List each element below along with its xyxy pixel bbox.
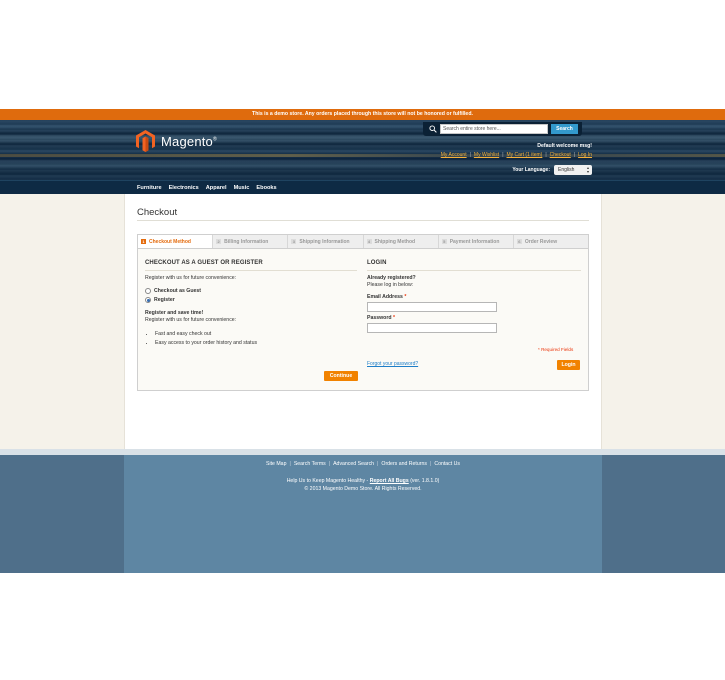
account-links: My Account | My Wishlist | My Cart (1 item) |… [440, 152, 592, 158]
required-star: * [392, 315, 395, 321]
step-label: Order Review [524, 238, 558, 245]
nav-item-electronics[interactable]: Electronics [169, 185, 199, 191]
checkout-as-guest-option[interactable]: Checkout as Guest [145, 288, 357, 294]
checkout-steps: 1 Checkout Method 2 Billing Information 3S… [137, 234, 589, 249]
my-account-link[interactable]: My Account [441, 152, 467, 158]
search-box: Search entire store here... Search [423, 122, 582, 136]
email-field[interactable] [367, 302, 497, 312]
guest-register-section: CHECKOUT AS A GUEST OR REGISTER Register… [145, 260, 357, 348]
required-star: * [404, 294, 407, 300]
save-time-title: Register and save time! [145, 310, 204, 316]
nav-item-music[interactable]: Music [234, 185, 250, 191]
search-icon [429, 125, 437, 133]
login-button[interactable]: Login [557, 360, 580, 370]
footer-link-advanced-search[interactable]: Advanced Search [333, 461, 374, 467]
checkout-as-guest-label: Checkout as Guest [154, 288, 201, 294]
footer-help-prefix: Help Us to Keep Magento Healthy - [286, 478, 370, 484]
logo-text: Magento [161, 133, 213, 149]
select-arrows-icon: ▴ ▾ [586, 165, 589, 174]
step-billing-information[interactable]: 2 Billing Information [213, 235, 289, 248]
welcome-message: Default welcome msg! [537, 143, 592, 149]
language-value: English [558, 167, 575, 173]
required-fields-note: * Required Fields [538, 347, 574, 352]
step-number: 2 [216, 239, 222, 244]
forgot-password-link[interactable]: Forgot your password? [367, 361, 418, 367]
step-number: 3 [291, 239, 297, 244]
language-label: Your Language: [512, 167, 550, 173]
search-input[interactable]: Search entire store here... [440, 124, 548, 134]
language-switcher: Your Language: English ▴ ▾ [512, 165, 592, 175]
checkout-as-guest-radio[interactable] [145, 288, 151, 294]
nav-item-furniture[interactable]: Furniture [137, 185, 162, 191]
magento-logo-icon [136, 130, 155, 152]
title-divider [137, 220, 589, 221]
step-payment-information[interactable]: 5 Payment Information [439, 235, 514, 248]
footer-link-search-terms[interactable]: Search Terms [294, 461, 326, 467]
already-registered-text: Already registered? [367, 275, 416, 281]
log-in-link[interactable]: Log In [578, 152, 592, 158]
checkout-link[interactable]: Checkout [550, 152, 571, 158]
footer-link-contact-us[interactable]: Contact Us [434, 461, 460, 467]
step-shipping-method[interactable]: 4 Shipping Method [364, 235, 439, 248]
benefits-list: Fast and easy check out Easy access to y… [145, 330, 357, 348]
footer-links: Site Map | Search Terms | Advanced Search | Or… [265, 461, 460, 467]
my-wishlist-link[interactable]: My Wishlist [474, 152, 499, 158]
guest-intro-text: Register with us for future convenience: [145, 275, 237, 281]
footer-link-site-map[interactable]: Site Map [266, 461, 286, 467]
step-label: Shipping Method [374, 238, 416, 245]
register-radio[interactable] [145, 297, 151, 303]
footer-link-orders-and-returns[interactable]: Orders and Returns [381, 461, 427, 467]
password-field[interactable] [367, 323, 497, 333]
main-nav: Furniture Electronics Apparel Music Eboo… [0, 180, 725, 194]
page-title: Checkout [137, 207, 178, 218]
step-label: Shipping Information [299, 238, 350, 245]
step-number: 5 [441, 239, 447, 244]
login-section-title: LOGIN [367, 260, 387, 266]
step-order-review[interactable]: 6 Order Review [514, 235, 588, 248]
guest-section-title: CHECKOUT AS A GUEST OR REGISTER [145, 260, 263, 266]
search-button[interactable]: Search [551, 124, 578, 134]
benefit-item: Fast and easy check out [155, 330, 357, 339]
register-label: Register [154, 297, 175, 303]
header [0, 120, 725, 180]
benefit-item: Easy access to your order history and st… [155, 339, 357, 348]
my-cart-link[interactable]: My Cart (1 item) [507, 152, 543, 158]
report-bugs-link[interactable]: Report All Bugs [370, 478, 409, 484]
store-logo[interactable]: Magento® [136, 130, 217, 152]
footer-help: Help Us to Keep Magento Healthy - Report… [124, 477, 602, 493]
section-divider [145, 270, 357, 271]
footer-version: (ver. 1.8.1.0) [408, 478, 440, 484]
nav-item-ebooks[interactable]: Ebooks [256, 185, 276, 191]
footer-center [124, 455, 602, 573]
demo-notice-bar: This is a demo store. Any orders placed … [0, 109, 725, 120]
section-divider [367, 270, 581, 271]
copyright: © 2013 Magento Demo Store. All Rights Re… [304, 486, 422, 492]
step-checkout-method[interactable]: 1 Checkout Method [138, 235, 214, 248]
please-log-in-text: Please log in below: [367, 282, 414, 288]
save-time-text: Register with us for future convenience: [145, 317, 237, 323]
step-label: Billing Information [224, 238, 269, 245]
step-shipping-information[interactable]: 3 Shipping Information [288, 235, 364, 248]
step-label: Checkout Method [149, 238, 191, 245]
nav-item-apparel[interactable]: Apparel [206, 185, 227, 191]
language-select[interactable]: English ▴ ▾ [554, 165, 592, 175]
step-number: 1 [141, 239, 146, 244]
logo-registered-mark: ® [213, 136, 217, 143]
email-label: Email Address * [367, 294, 407, 300]
step-number: 4 [366, 239, 372, 244]
step-label: Payment Information [449, 238, 500, 245]
continue-button[interactable]: Continue [324, 371, 358, 381]
step-number: 6 [516, 239, 522, 244]
page: This is a demo store. Any orders placed … [0, 0, 725, 680]
password-label: Password * [367, 315, 395, 321]
login-section: LOGIN Already registered? Please log in … [367, 260, 581, 333]
